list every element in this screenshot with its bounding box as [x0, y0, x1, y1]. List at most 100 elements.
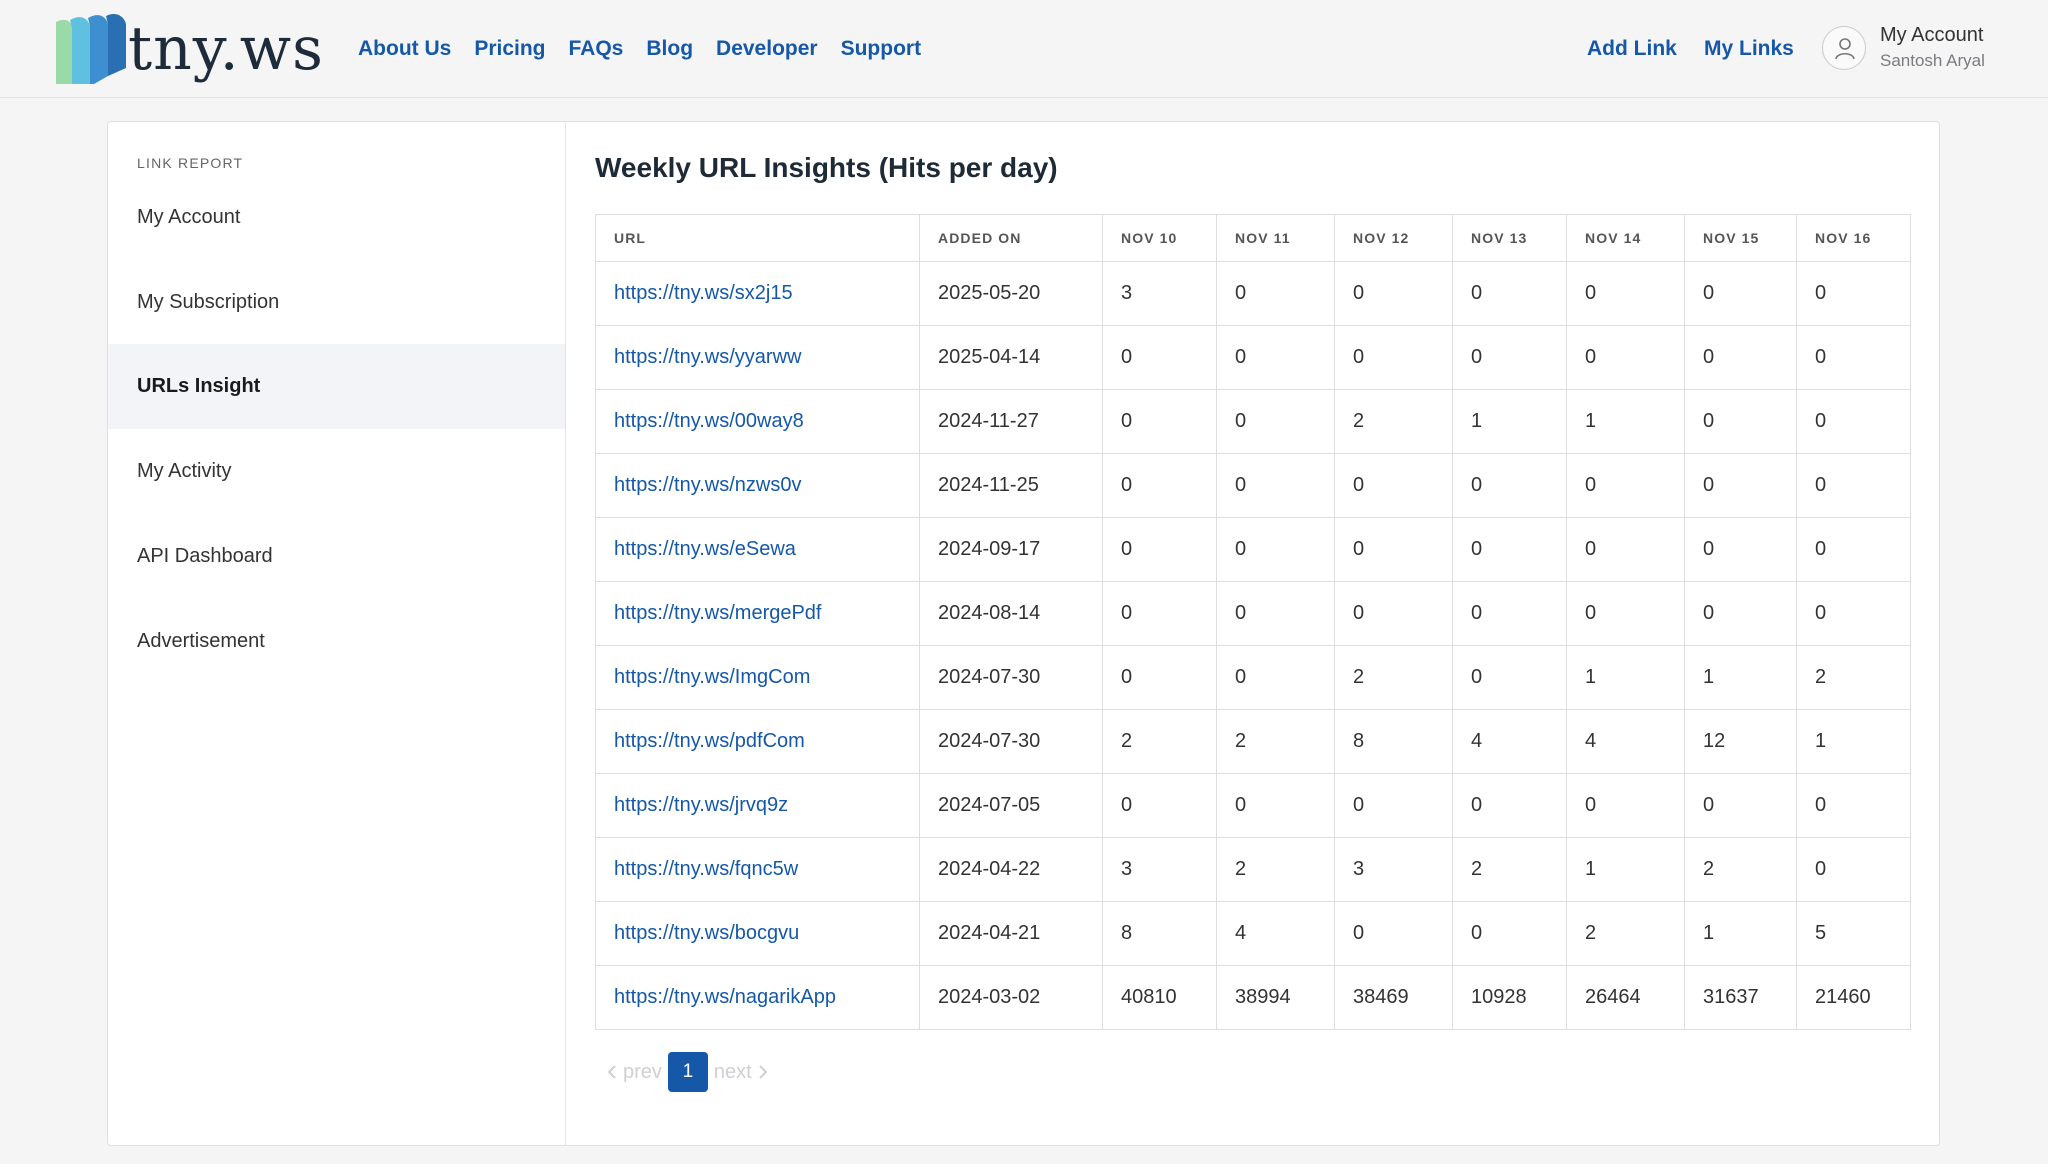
hits-cell: 0 — [1566, 453, 1685, 518]
hits-cell: 0 — [1216, 325, 1335, 390]
add-link-button[interactable]: Add Link — [1587, 34, 1677, 64]
hits-cell: 0 — [1334, 325, 1453, 390]
table-row: https://tny.ws/yyarww 2025-04-14 0 0 0 0 0 0 0 — [595, 325, 1911, 390]
hits-cell: 3 — [1102, 837, 1217, 902]
hits-cell: 0 — [1102, 517, 1217, 582]
short-url-link[interactable]: https://tny.ws/bocgvu — [614, 922, 799, 944]
hits-cell: 0 — [1566, 517, 1685, 582]
hits-cell: 0 — [1452, 453, 1567, 518]
table-row: https://tny.ws/ImgCom 2024-07-30 0 0 2 0 1 1 2 — [595, 645, 1911, 710]
hits-cell: 0 — [1684, 325, 1797, 390]
table-row: https://tny.ws/nagarikApp 2024-03-02 40810… — [595, 965, 1911, 1030]
next-label: next — [713, 1060, 752, 1083]
sidebar: LINK REPORT My Account My Subscription U… — [108, 122, 566, 1145]
sidebar-item-my-activity[interactable]: My Activity — [108, 429, 565, 514]
insights-table: URL ADDED ON NOV 10 NOV 11 NOV 12 NOV 13… — [595, 214, 1911, 1030]
url-cell: https://tny.ws/bocgvu — [595, 901, 920, 966]
page-1-button[interactable]: 1 — [667, 1052, 708, 1092]
hits-cell: 0 — [1102, 581, 1217, 646]
top-navbar: tny.ws About Us Pricing FAQs Blog Develo… — [0, 0, 2048, 98]
table-row: https://tny.ws/mergePdf 2024-08-14 0 0 0 0 0 0 0 — [595, 581, 1911, 646]
hits-cell: 12 — [1684, 709, 1797, 774]
short-url-link[interactable]: https://tny.ws/fqnc5w — [614, 858, 798, 880]
hits-cell: 0 — [1566, 261, 1685, 326]
main-content: Weekly URL Insights (Hits per day) URL A… — [566, 122, 1939, 1145]
short-url-link[interactable]: https://tny.ws/ImgCom — [614, 666, 810, 688]
column-header-nov-13: NOV 13 — [1452, 214, 1567, 262]
account-menu[interactable]: My Account Santosh Aryal — [1822, 24, 2018, 74]
sidebar-item-my-account[interactable]: My Account — [108, 175, 565, 260]
hits-cell: 1 — [1684, 645, 1797, 710]
hits-cell: 1 — [1684, 901, 1797, 966]
table-row: https://tny.ws/bocgvu 2024-04-21 8 4 0 0 2 1 5 — [595, 901, 1911, 966]
url-cell: https://tny.ws/mergePdf — [595, 581, 920, 646]
sidebar-item-api-dashboard[interactable]: API Dashboard — [108, 514, 565, 599]
url-cell: https://tny.ws/jrvq9z — [595, 773, 920, 838]
hits-cell: 0 — [1452, 645, 1567, 710]
short-url-link[interactable]: https://tny.ws/nzws0v — [614, 474, 801, 496]
url-cell: https://tny.ws/nagarikApp — [595, 965, 920, 1030]
column-header-nov-14: NOV 14 — [1566, 214, 1685, 262]
hits-cell: 3 — [1102, 261, 1217, 326]
hits-cell: 26464 — [1566, 965, 1685, 1030]
my-links-button[interactable]: My Links — [1704, 34, 1794, 64]
table-row: https://tny.ws/eSewa 2024-09-17 0 0 0 0 0 0 0 — [595, 517, 1911, 582]
hits-cell: 1 — [1796, 709, 1911, 774]
hits-cell: 0 — [1216, 261, 1335, 326]
hits-cell: 0 — [1452, 325, 1567, 390]
column-header-nov-11: NOV 11 — [1216, 214, 1335, 262]
added-on-cell: 2025-04-14 — [919, 325, 1103, 390]
short-url-link[interactable]: https://tny.ws/eSewa — [614, 538, 796, 560]
hits-cell: 2 — [1684, 837, 1797, 902]
hits-cell: 0 — [1684, 389, 1797, 454]
url-cell: https://tny.ws/sx2j15 — [595, 261, 920, 326]
hits-cell: 2 — [1216, 709, 1335, 774]
hits-cell: 0 — [1102, 773, 1217, 838]
added-on-cell: 2024-09-17 — [919, 517, 1103, 582]
account-username: Santosh Aryal — [1880, 51, 1985, 70]
hits-cell: 0 — [1452, 773, 1567, 838]
prev-page-button[interactable]: prev — [607, 1061, 662, 1084]
added-on-cell: 2024-04-21 — [919, 901, 1103, 966]
short-url-link[interactable]: https://tny.ws/00way8 — [614, 410, 804, 432]
hits-cell: 0 — [1452, 901, 1567, 966]
hits-cell: 0 — [1796, 453, 1911, 518]
column-header-nov-12: NOV 12 — [1334, 214, 1453, 262]
hits-cell: 0 — [1334, 453, 1453, 518]
report-card: LINK REPORT My Account My Subscription U… — [107, 121, 1940, 1146]
table-row: https://tny.ws/sx2j15 2025-05-20 3 0 0 0 0 0 0 — [595, 261, 1911, 326]
hits-cell: 0 — [1566, 773, 1685, 838]
sidebar-item-advertisement[interactable]: Advertisement — [108, 599, 565, 684]
added-on-cell: 2024-08-14 — [919, 581, 1103, 646]
hits-cell: 38469 — [1334, 965, 1453, 1030]
table-body: https://tny.ws/sx2j15 2025-05-20 3 0 0 0 0 0 0 ht… — [595, 261, 1911, 1030]
hits-cell: 8 — [1334, 709, 1453, 774]
hits-cell: 0 — [1216, 773, 1335, 838]
next-page-button[interactable]: next — [714, 1061, 768, 1084]
hits-cell: 0 — [1684, 773, 1797, 838]
url-cell: https://tny.ws/ImgCom — [595, 645, 920, 710]
prev-label: prev — [623, 1060, 662, 1083]
short-url-link[interactable]: https://tny.ws/mergePdf — [614, 602, 822, 624]
url-cell: https://tny.ws/yyarww — [595, 325, 920, 390]
short-url-link[interactable]: https://tny.ws/sx2j15 — [614, 282, 793, 304]
hits-cell: 1 — [1566, 837, 1685, 902]
short-url-link[interactable]: https://tny.ws/yyarww — [614, 346, 801, 368]
hits-cell: 0 — [1796, 389, 1911, 454]
url-cell: https://tny.ws/eSewa — [595, 517, 920, 582]
short-url-link[interactable]: https://tny.ws/nagarikApp — [614, 986, 836, 1008]
short-url-link[interactable]: https://tny.ws/jrvq9z — [614, 794, 788, 816]
column-header-nov-10: NOV 10 — [1102, 214, 1217, 262]
avatar — [1822, 26, 1866, 70]
hits-cell: 0 — [1216, 453, 1335, 518]
url-cell: https://tny.ws/00way8 — [595, 389, 920, 454]
hits-cell: 0 — [1452, 261, 1567, 326]
sidebar-item-my-subscription[interactable]: My Subscription — [108, 260, 565, 345]
short-url-link[interactable]: https://tny.ws/pdfCom — [614, 730, 805, 752]
chevron-right-icon — [759, 1065, 768, 1079]
sidebar-item-urls-insight[interactable]: URLs Insight — [108, 344, 565, 429]
hits-cell: 0 — [1102, 325, 1217, 390]
hits-cell: 8 — [1102, 901, 1217, 966]
column-header-nov-15: NOV 15 — [1684, 214, 1797, 262]
hits-cell: 0 — [1102, 453, 1217, 518]
